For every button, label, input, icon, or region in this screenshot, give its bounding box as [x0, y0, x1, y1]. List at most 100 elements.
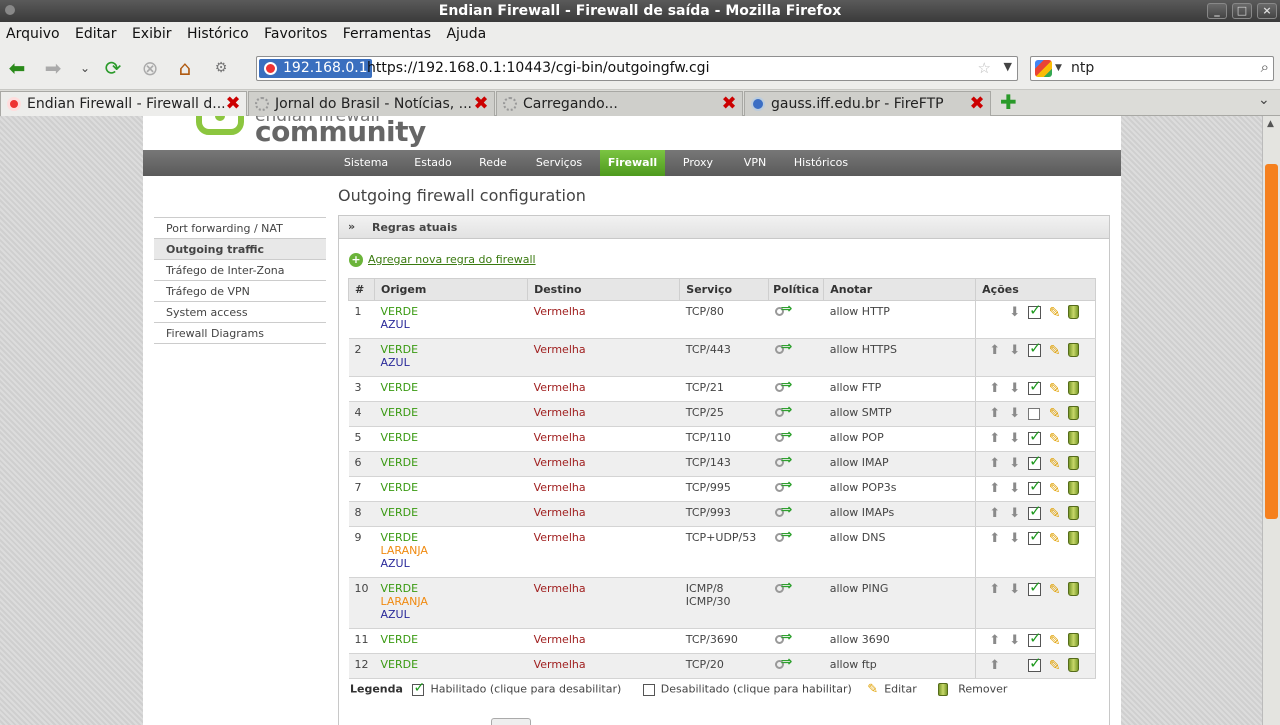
enabled-checkbox-icon[interactable] [1028, 630, 1042, 647]
pencil-icon[interactable]: ✎ [1046, 305, 1063, 321]
move-down-arrow-icon[interactable]: ⬇ [1006, 456, 1023, 472]
enabled-checkbox-icon[interactable] [1028, 579, 1042, 596]
search-input[interactable]: ntp [1071, 59, 1094, 78]
move-down-arrow-icon[interactable]: ⬇ [1006, 633, 1023, 649]
trash-icon[interactable] [1068, 506, 1080, 520]
close-tab-icon[interactable]: ✖ [720, 92, 738, 116]
disabled-checkbox-icon[interactable] [1028, 408, 1041, 420]
menu-favoritos[interactable]: Favoritos [264, 26, 327, 42]
search-engine-dropdown-icon[interactable]: ▼ [1055, 63, 1062, 73]
trash-icon[interactable] [1068, 431, 1080, 445]
pencil-icon[interactable]: ✎ [1046, 343, 1063, 359]
sidebar-item-firewall-diagrams[interactable]: Firewall Diagrams [154, 322, 326, 343]
nav-vpn[interactable]: VPN [733, 150, 777, 176]
pencil-icon[interactable]: ✎ [1046, 582, 1063, 598]
enabled-checkbox-icon[interactable] [1028, 428, 1042, 445]
scrollbar-thumb[interactable] [1265, 164, 1278, 519]
enabled-checkbox-icon[interactable] [1028, 528, 1042, 545]
move-down-arrow-icon[interactable]: ⬇ [1006, 406, 1023, 422]
url-dropdown-icon[interactable]: ▼ [1004, 60, 1012, 73]
trash-icon[interactable] [1068, 343, 1080, 357]
trash-icon[interactable] [1068, 381, 1080, 395]
move-down-arrow-icon[interactable]: ⬇ [1006, 431, 1023, 447]
enabled-checkbox-icon[interactable] [1028, 503, 1042, 520]
move-up-arrow-icon[interactable]: ⬆ [986, 582, 1003, 598]
move-up-arrow-icon[interactable]: ⬆ [986, 456, 1003, 472]
section-header[interactable]: » Regras atuais [338, 215, 1110, 239]
scroll-up-icon[interactable]: ▲ [1267, 119, 1274, 129]
pencil-icon[interactable]: ✎ [1046, 431, 1063, 447]
enabled-checkbox-icon[interactable] [1028, 302, 1042, 319]
back-arrow-icon[interactable]: ⬅ [4, 56, 30, 80]
enabled-checkbox-icon[interactable] [1028, 340, 1042, 357]
menu-historico[interactable]: Histórico [187, 26, 249, 42]
search-engine-icon[interactable] [1035, 60, 1052, 77]
trash-icon[interactable] [1068, 633, 1080, 647]
sidebar-item-port-forwarding[interactable]: Port forwarding / NAT [154, 217, 326, 238]
reload-icon[interactable]: ⟳ [100, 56, 126, 80]
nav-estado[interactable]: Estado [403, 150, 463, 176]
search-bar[interactable]: ▼ ntp ⌕ [1030, 56, 1274, 81]
move-up-arrow-icon[interactable]: ⬆ [986, 506, 1003, 522]
forward-arrow-icon[interactable]: ➡ [40, 56, 66, 80]
move-down-arrow-icon[interactable]: ⬇ [1006, 506, 1023, 522]
pencil-icon[interactable]: ✎ [1046, 506, 1063, 522]
nav-firewall[interactable]: Firewall [600, 150, 665, 176]
menu-ferramentas[interactable]: Ferramentas [343, 26, 431, 42]
minimize-button[interactable]: _ [1207, 3, 1227, 19]
trash-icon[interactable] [1068, 658, 1080, 672]
add-rule-link[interactable]: + Agregar nova regra do firewall [349, 253, 536, 267]
close-window-button[interactable]: × [1257, 3, 1277, 19]
sidebar-item-vpn[interactable]: Tráfego de VPN [154, 280, 326, 301]
url-bar[interactable]: 192.168.0.1 https://192.168.0.1:10443/cg… [256, 56, 1018, 81]
menu-arquivo[interactable]: Arquivo [6, 26, 60, 42]
move-up-arrow-icon[interactable]: ⬆ [986, 431, 1003, 447]
tab-endian[interactable]: Endian Firewall - Firewall d... ✖ [0, 91, 247, 116]
menu-ajuda[interactable]: Ajuda [446, 26, 486, 42]
move-down-arrow-icon[interactable]: ⬇ [1006, 582, 1023, 598]
nav-rede[interactable]: Rede [468, 150, 518, 176]
pencil-icon[interactable]: ✎ [1046, 481, 1063, 497]
window-menu-icon[interactable] [5, 5, 15, 15]
enabled-checkbox-icon[interactable] [1028, 453, 1042, 470]
trash-icon[interactable] [1068, 406, 1080, 420]
trash-icon[interactable] [1068, 305, 1080, 319]
close-tab-icon[interactable]: ✖ [968, 92, 986, 116]
sidebar-item-system-access[interactable]: System access [154, 301, 326, 322]
trash-icon[interactable] [1068, 531, 1080, 545]
enabled-checkbox-icon[interactable] [1028, 478, 1042, 495]
pencil-icon[interactable]: ✎ [1046, 531, 1063, 547]
tab-list-chevron-down-icon[interactable]: ⌄ [1258, 92, 1270, 108]
vertical-scrollbar[interactable]: ▲ [1262, 116, 1280, 725]
trash-icon[interactable] [1068, 481, 1080, 495]
tab-jornal[interactable]: Jornal do Brasil - Notícias, ... ✖ [248, 91, 495, 116]
move-up-arrow-icon[interactable]: ⬆ [986, 381, 1003, 397]
new-tab-plus-icon[interactable]: ✚ [1000, 90, 1017, 114]
section-collapse-icon[interactable]: » [348, 220, 355, 233]
sidebar-item-inter-zona[interactable]: Tráfego de Inter-Zona [154, 259, 326, 280]
bottom-button-partial[interactable] [491, 718, 531, 725]
pencil-icon[interactable]: ✎ [1046, 456, 1063, 472]
nav-historicos[interactable]: Históricos [788, 150, 854, 176]
tab-fireftp[interactable]: gauss.iff.edu.br - FireFTP ✖ [744, 91, 991, 116]
search-icon[interactable]: ⌕ [1261, 58, 1269, 76]
close-tab-icon[interactable]: ✖ [224, 92, 242, 116]
nav-servicos[interactable]: Serviços [528, 150, 590, 176]
addon-icon[interactable]: ⚙ [208, 56, 234, 80]
move-up-arrow-icon[interactable]: ⬆ [986, 343, 1003, 359]
stop-icon[interactable]: ⊗ [137, 56, 163, 80]
home-icon[interactable]: ⌂ [172, 56, 198, 80]
bookmark-star-icon[interactable]: ☆ [978, 59, 991, 77]
sidebar-item-outgoing-traffic[interactable]: Outgoing traffic [154, 238, 326, 259]
enabled-checkbox-icon[interactable] [1028, 655, 1042, 672]
enabled-checkbox-icon[interactable] [1028, 378, 1042, 395]
move-up-arrow-icon[interactable]: ⬆ [986, 658, 1003, 674]
site-identity-button[interactable]: 192.168.0.1 [259, 59, 372, 78]
move-down-arrow-icon[interactable]: ⬇ [1006, 531, 1023, 547]
nav-proxy[interactable]: Proxy [673, 150, 723, 176]
close-tab-icon[interactable]: ✖ [472, 92, 490, 116]
trash-icon[interactable] [1068, 582, 1080, 596]
move-down-arrow-icon[interactable]: ⬇ [1006, 481, 1023, 497]
menu-exibir[interactable]: Exibir [132, 26, 172, 42]
move-up-arrow-icon[interactable]: ⬆ [986, 481, 1003, 497]
